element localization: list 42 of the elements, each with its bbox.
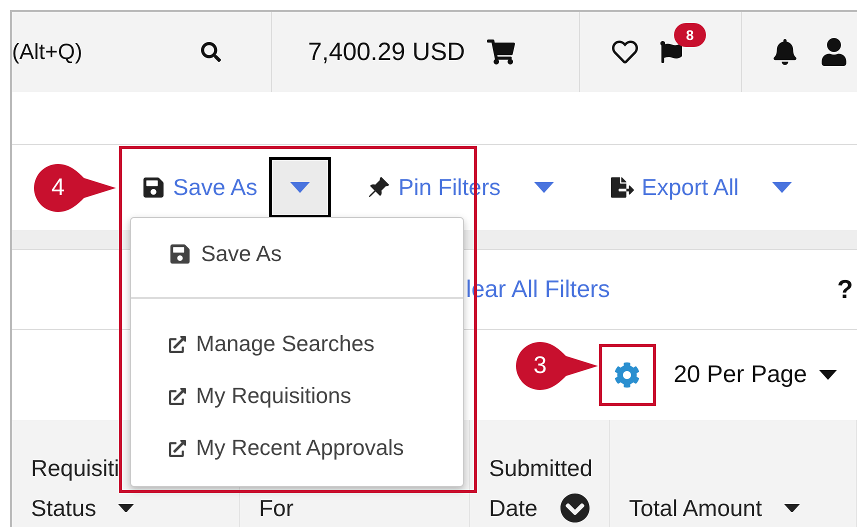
- step-callout: 3: [516, 342, 598, 390]
- settings-button[interactable]: [598, 344, 656, 406]
- cart-total: 7,400.29 USD: [308, 38, 466, 66]
- settings-icon: [614, 362, 640, 388]
- help-icon[interactable]: ?: [837, 274, 853, 305]
- search-icon[interactable]: [201, 42, 221, 62]
- menu-item[interactable]: Save As: [131, 228, 463, 280]
- menu-item[interactable]: My Requisitions: [131, 370, 463, 422]
- export-icon: [610, 176, 634, 199]
- column-title: For: [259, 494, 294, 522]
- dropdown-caret-button[interactable]: [269, 157, 332, 218]
- menu-item[interactable]: Manage Searches: [131, 318, 463, 370]
- column-header[interactable]: Total Amount: [610, 420, 857, 527]
- column-title: Total Amount: [629, 494, 762, 522]
- column-title: Submitted: [489, 454, 593, 482]
- cart-icon[interactable]: [487, 38, 516, 66]
- step-callout: 4: [34, 164, 116, 212]
- column-title: Status: [31, 494, 96, 522]
- column-header[interactable]: Submitted Date: [470, 420, 610, 527]
- caret-icon[interactable]: [118, 504, 134, 512]
- save-icon: [142, 176, 165, 199]
- caret-icon[interactable]: [784, 504, 800, 512]
- caret-icon: [772, 182, 792, 193]
- caret-icon: [534, 182, 554, 193]
- pin-icon: [367, 176, 390, 199]
- save-icon: [169, 243, 191, 265]
- external-link-icon: [169, 440, 186, 456]
- bell-icon[interactable]: [772, 39, 798, 65]
- column-title: Requisiti: [31, 454, 120, 482]
- notification-badge: 8: [674, 23, 706, 47]
- search-hint: (Alt+Q): [12, 39, 82, 65]
- per-page-dropdown[interactable]: 20 Per Page: [674, 361, 837, 389]
- heart-icon[interactable]: [612, 39, 638, 65]
- external-link-icon: [169, 388, 186, 404]
- caret-icon: [819, 370, 837, 380]
- flag-icon[interactable]: [660, 41, 682, 63]
- caret-icon: [290, 182, 310, 193]
- external-link-icon: [169, 336, 186, 352]
- toolbar-button[interactable]: Export All: [610, 174, 739, 201]
- column-title: Date: [489, 494, 538, 522]
- user-icon[interactable]: [820, 38, 848, 66]
- toolbar-button[interactable]: Save As: [142, 174, 258, 201]
